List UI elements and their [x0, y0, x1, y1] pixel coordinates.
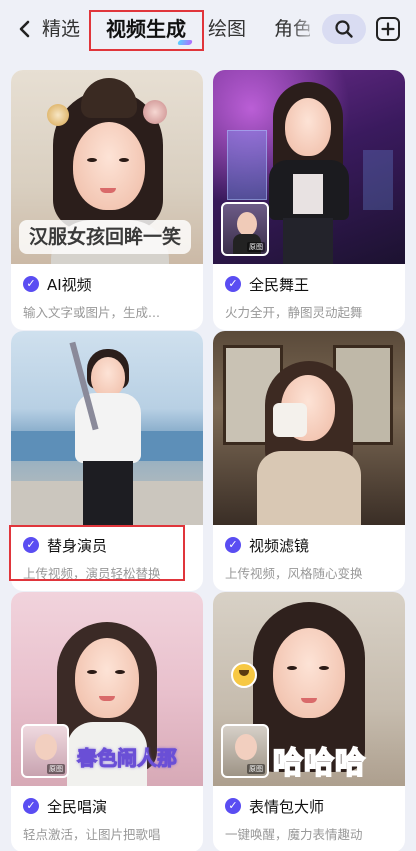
- card-description: 上传视频，演员轻松替换: [23, 566, 161, 581]
- card-thumbnail: [213, 331, 405, 525]
- card-video-filter[interactable]: ✓ 视频滤镜 上传视频，风格随心变换: [213, 331, 405, 591]
- tab-featured[interactable]: 精选: [42, 14, 80, 44]
- reference-image-thumb: 原图: [221, 724, 269, 778]
- verified-icon: ✓: [23, 537, 39, 553]
- chevron-left-icon: [19, 20, 30, 38]
- active-tab-indicator: [177, 40, 193, 45]
- verified-icon: ✓: [225, 798, 241, 814]
- verified-icon: ✓: [23, 276, 39, 292]
- card-dance-king[interactable]: 原图 ✓ 全民舞王 火力全开，静图灵动起舞: [213, 70, 405, 330]
- card-title: AI视频: [47, 275, 92, 294]
- card-thumbnail: [11, 331, 203, 525]
- back-button[interactable]: [14, 16, 36, 42]
- card-description: 输入文字或图片，生成...: [23, 305, 160, 320]
- card-description: 轻点激活，让图片把歌唱: [23, 827, 161, 842]
- card-description: 火力全开，静图灵动起舞: [225, 305, 363, 320]
- search-icon: [335, 20, 353, 38]
- card-overlay-text: 汉服女孩回眸一笑: [19, 220, 192, 254]
- verified-icon: ✓: [225, 537, 241, 553]
- tabs-fade: [290, 10, 322, 50]
- reference-image-thumb: 原图: [21, 724, 69, 778]
- search-button[interactable]: [322, 14, 366, 44]
- card-description: 一键唤醒，魔力表情趣动: [225, 827, 363, 842]
- card-ai-video[interactable]: 汉服女孩回眸一笑 ✓ AI视频 输入文字或图片，生成...: [11, 70, 203, 330]
- card-overlay-text: 春色闹人那: [77, 746, 178, 771]
- card-thumbnail: 汉服女孩回眸一笑: [11, 70, 203, 264]
- top-nav-bar: 精选 视频生成 绘图 角色: [0, 0, 416, 60]
- add-button[interactable]: [376, 17, 400, 41]
- card-title: 替身演员: [47, 536, 108, 555]
- card-thumbnail: 原图 春色闹人那: [11, 592, 203, 786]
- card-description: 上传视频，风格随心变换: [225, 566, 363, 581]
- tab-drawing[interactable]: 绘图: [208, 14, 246, 44]
- card-stunt-actor[interactable]: ✓ 替身演员 上传视频，演员轻松替换: [11, 331, 203, 591]
- card-title: 全民舞王: [249, 275, 310, 294]
- card-thumbnail: 原图 哈哈哈: [213, 592, 405, 786]
- reference-image-thumb: 原图: [221, 202, 269, 256]
- card-title: 视频滤镜: [249, 536, 310, 555]
- tab-video-generation[interactable]: 视频生成: [106, 14, 186, 44]
- card-thumbnail: 原图: [213, 70, 405, 264]
- card-sing-along[interactable]: 原图 春色闹人那 ✓ 全民唱演 轻点激活，让图片把歌唱: [11, 592, 203, 851]
- card-title: 表情包大师: [249, 797, 325, 816]
- card-meme-master[interactable]: 原图 哈哈哈 ✓ 表情包大师 一键唤醒，魔力表情趣动: [213, 592, 405, 851]
- card-title: 全民唱演: [47, 797, 108, 816]
- verified-icon: ✓: [23, 798, 39, 814]
- verified-icon: ✓: [225, 276, 241, 292]
- card-overlay-text: 哈哈哈: [272, 745, 366, 782]
- plus-square-icon: [381, 22, 395, 36]
